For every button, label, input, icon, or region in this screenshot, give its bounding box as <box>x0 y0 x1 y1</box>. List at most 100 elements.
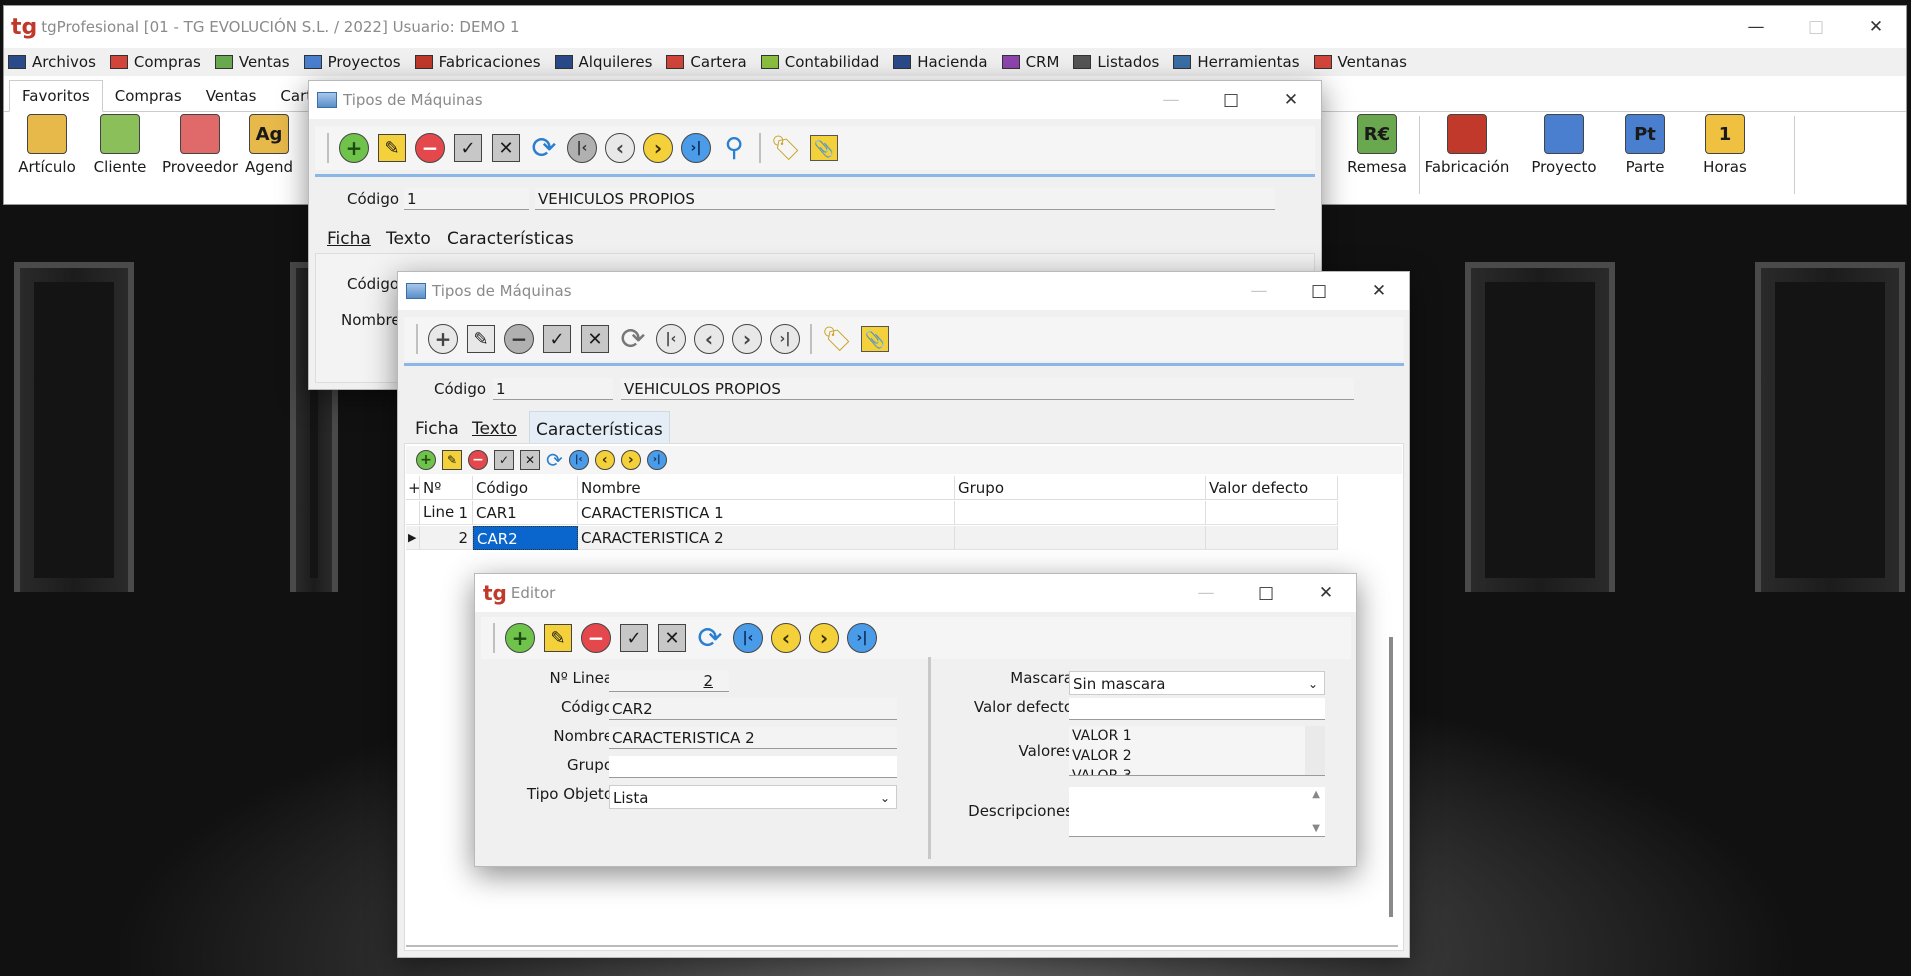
grid-col-codigo[interactable]: Código <box>473 476 578 500</box>
tag-button[interactable]: 🏷 <box>769 131 803 165</box>
ribbon-button-horas[interactable]: 1 Horas <box>1679 114 1771 194</box>
scroll-up-icon[interactable]: ▲ <box>1312 789 1320 800</box>
menu-proyectos[interactable]: Proyectos <box>303 53 401 71</box>
minimize-icon[interactable]: — <box>1176 574 1236 612</box>
grid-col-linea[interactable]: Nº Line <box>420 476 473 521</box>
tipo-objeto-select[interactable]: Lista ⌄ <box>609 785 897 809</box>
first-record-button[interactable]: |‹ <box>654 322 688 356</box>
menu-compras[interactable]: Compras <box>109 53 201 71</box>
grid-accept-icon[interactable]: ✓ <box>494 450 514 470</box>
maximize-icon[interactable]: □ <box>1786 8 1846 46</box>
ribbon-button-artículo[interactable]: Artículo <box>10 114 84 194</box>
valores-scrollbar[interactable] <box>1305 726 1325 775</box>
close-icon[interactable]: ✕ <box>1296 574 1356 612</box>
tab-ficha[interactable]: Ficha <box>415 419 459 439</box>
grid-col-valor-defecto[interactable]: Valor defecto <box>1206 476 1338 500</box>
edit-button[interactable]: ✎ <box>541 621 575 655</box>
valor-defecto-field[interactable] <box>1069 698 1325 720</box>
codigo-field[interactable]: 1 <box>404 188 529 210</box>
ribbon-button-proveedor[interactable]: Proveedor <box>156 114 244 194</box>
first-record-button[interactable]: |‹ <box>565 131 599 165</box>
accept-button[interactable]: ✓ <box>617 621 651 655</box>
minimize-icon[interactable]: — <box>1141 81 1201 119</box>
menu-ventas[interactable]: Ventas <box>214 53 290 71</box>
menu-herramientas[interactable]: Herramientas <box>1173 53 1300 71</box>
descripcion-field[interactable]: VEHICULOS PROPIOS <box>621 378 1354 400</box>
menu-hacienda[interactable]: Hacienda <box>893 53 988 71</box>
cell-codigo[interactable]: CAR2 <box>473 526 578 550</box>
next-record-button[interactable]: › <box>807 621 841 655</box>
cancel-button[interactable]: ✕ <box>578 322 612 356</box>
ribbon-button-remesa[interactable]: R€ Remesa <box>1337 114 1417 194</box>
grid-cancel-icon[interactable]: ✕ <box>520 450 540 470</box>
grid-prev-icon[interactable]: ‹ <box>594 450 615 470</box>
cell-n[interactable]: 1 <box>420 501 473 525</box>
descripciones-field[interactable]: ▲ ▼ <box>1069 787 1325 837</box>
next-record-button[interactable]: › <box>641 131 675 165</box>
menu-crm[interactable]: CRM <box>1001 53 1059 71</box>
row-indicator[interactable]: ▶ <box>406 526 420 550</box>
table-row[interactable]: 1 CAR1 CARACTERISTICA 1 <box>406 501 1338 525</box>
cell-n[interactable]: 2 <box>420 526 473 550</box>
cell-codigo[interactable]: CAR1 <box>473 501 578 525</box>
menu-fabricaciones[interactable]: Fabricaciones <box>414 53 541 71</box>
tab-caracteristicas[interactable]: Características <box>447 229 574 249</box>
next-record-button[interactable]: › <box>730 322 764 356</box>
add-button[interactable]: + <box>503 621 537 655</box>
prev-record-button[interactable]: ‹ <box>603 131 637 165</box>
search-button[interactable]: ⚲ <box>717 131 751 165</box>
accept-button[interactable]: ✓ <box>540 322 574 356</box>
close-icon[interactable]: ✕ <box>1349 272 1409 310</box>
mascara-select[interactable]: Sin mascara ⌄ <box>1069 671 1325 695</box>
accept-button[interactable]: ✓ <box>451 131 485 165</box>
attach-button[interactable]: 📎 <box>807 131 841 165</box>
edit-button[interactable]: ✎ <box>464 322 498 356</box>
cancel-button[interactable]: ✕ <box>489 131 523 165</box>
row-indicator[interactable] <box>406 501 420 525</box>
refresh-button[interactable]: ⟳ <box>616 322 650 357</box>
menu-archivos[interactable]: Archivos <box>8 53 96 71</box>
grid-col-grupo[interactable]: Grupo <box>955 476 1206 500</box>
valores-item[interactable]: VALOR 3 <box>1072 766 1325 775</box>
attach-button[interactable]: 📎 <box>858 322 892 356</box>
ribbon-button-agend[interactable]: Ag Agend <box>244 114 294 194</box>
menu-alquileres[interactable]: Alquileres <box>554 53 652 71</box>
maximize-icon[interactable]: □ <box>1289 272 1349 310</box>
ribbon-tab-0[interactable]: Favoritos <box>9 80 103 112</box>
codigo-field[interactable]: CAR2 <box>609 698 897 720</box>
tab-caracteristicas[interactable]: Características <box>529 411 670 443</box>
minimize-icon[interactable]: — <box>1726 8 1786 46</box>
cell-nombre[interactable]: CARACTERISTICA 1 <box>578 501 955 525</box>
valores-list[interactable]: VALOR 1 VALOR 2 VALOR 3 <box>1069 726 1325 776</box>
refresh-button[interactable]: ⟳ <box>693 621 727 656</box>
edit-button[interactable]: ✎ <box>375 131 409 165</box>
delete-button[interactable]: − <box>502 322 536 356</box>
grid-last-icon[interactable]: ›| <box>646 450 667 470</box>
grupo-field[interactable] <box>609 756 897 778</box>
grid-edit-icon[interactable]: ✎ <box>442 450 462 470</box>
grid-add-icon[interactable]: + <box>416 450 436 470</box>
grid-refresh-icon[interactable]: ⟳ <box>546 448 563 472</box>
grid-next-icon[interactable]: › <box>620 450 641 470</box>
menu-cartera[interactable]: Cartera <box>666 53 747 71</box>
add-button[interactable]: + <box>426 322 460 356</box>
last-record-button[interactable]: ›| <box>845 621 879 655</box>
grid-delete-icon[interactable]: − <box>468 450 488 470</box>
maximize-icon[interactable]: □ <box>1236 574 1296 612</box>
linea-field[interactable]: 2 <box>609 670 729 692</box>
minimize-icon[interactable]: — <box>1229 272 1289 310</box>
menu-ventanas[interactable]: Ventanas <box>1313 53 1407 71</box>
tab-texto[interactable]: Texto <box>386 229 431 249</box>
vertical-scrollbar[interactable] <box>1389 637 1393 917</box>
first-record-button[interactable]: |‹ <box>731 621 765 655</box>
ribbon-button-cliente[interactable]: Cliente <box>84 114 156 194</box>
maximize-icon[interactable]: □ <box>1201 81 1261 119</box>
add-button[interactable]: + <box>337 131 371 165</box>
cell-grupo[interactable] <box>955 526 1206 550</box>
panel-splitter[interactable] <box>928 657 931 859</box>
refresh-button[interactable]: ⟳ <box>527 131 561 166</box>
tab-texto[interactable]: Texto <box>472 419 517 439</box>
descripcion-field[interactable]: VEHICULOS PROPIOS <box>535 188 1275 210</box>
cell-valor[interactable] <box>1206 501 1338 525</box>
ribbon-tab-2[interactable]: Ventas <box>194 81 269 111</box>
